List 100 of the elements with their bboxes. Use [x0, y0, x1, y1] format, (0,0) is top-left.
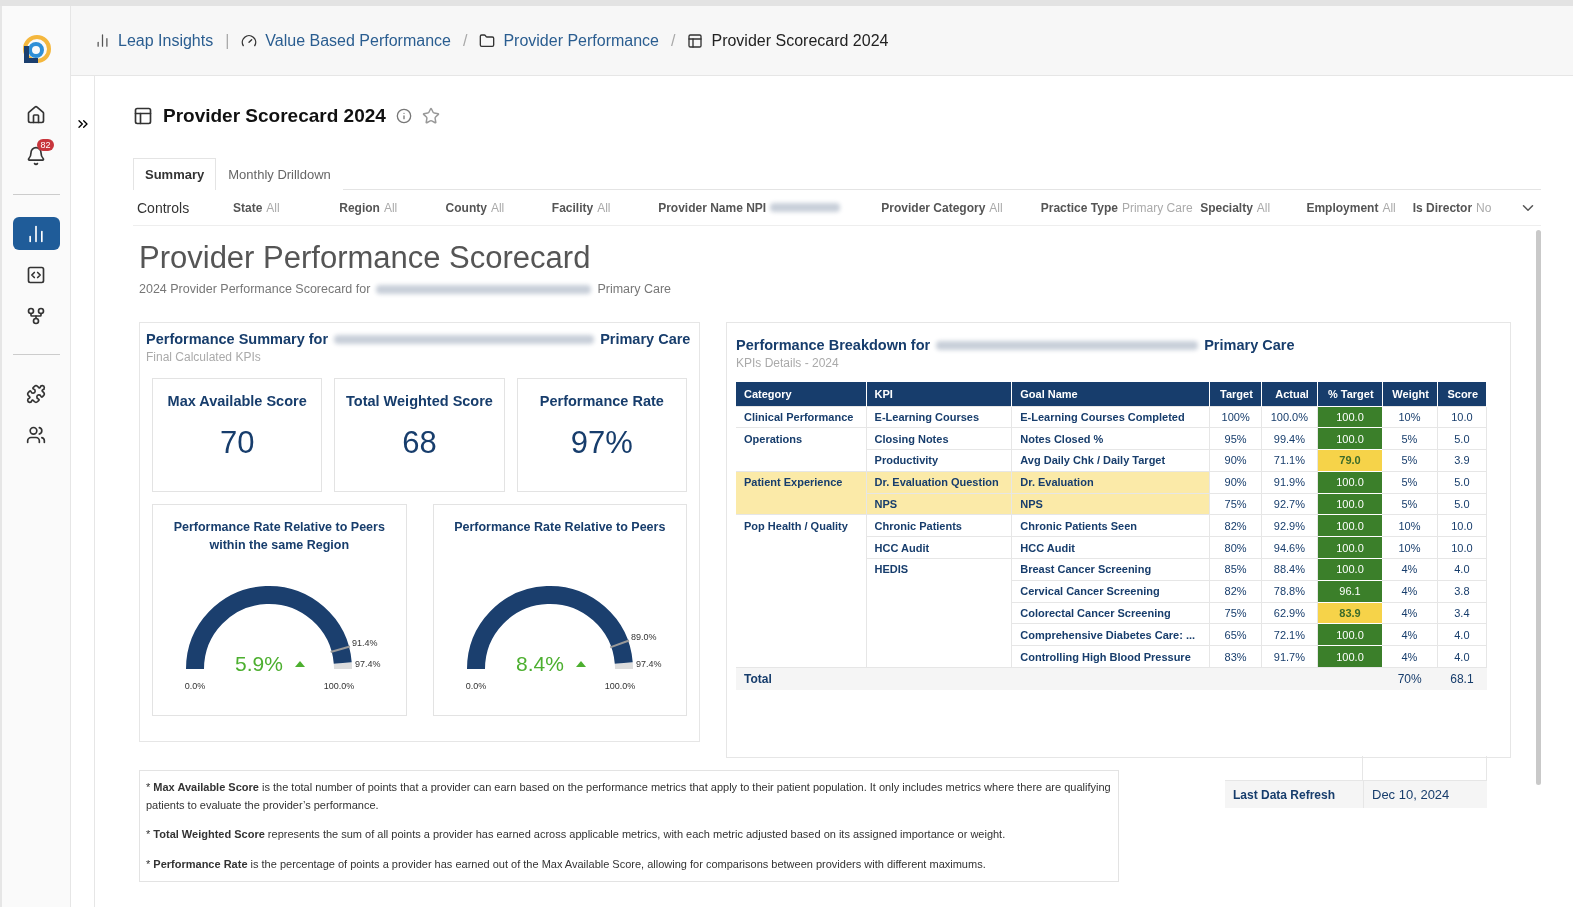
- table-cell: 10%: [1382, 515, 1438, 537]
- total-cell: 70%: [1382, 667, 1438, 690]
- table-cell: 3.9: [1437, 449, 1487, 472]
- bar-chart-icon: [95, 33, 110, 48]
- status-cell: 100.0: [1317, 471, 1383, 494]
- breadcrumb-link[interactable]: Value Based Performance: [241, 31, 451, 50]
- filter-control[interactable]: Provider Category All: [881, 200, 1041, 215]
- table-cell: 100%: [1209, 406, 1262, 428]
- filter-control[interactable]: Provider Name NPI: [658, 200, 882, 215]
- table-cell: HCC Audit: [1011, 536, 1210, 559]
- status-cell: 96.1: [1317, 580, 1383, 603]
- footnote: *Total Weighted Score represents the sum of all points a provider has earned across applicable metrics, with each metric adjusted based on its assigned importance or weight.: [146, 827, 1007, 843]
- panel-subtitle: KPIs Details - 2024: [736, 356, 840, 370]
- table-cell: 3.8: [1437, 580, 1487, 603]
- table-cell: Colorectal Cancer Screening: [1011, 602, 1210, 624]
- gauge-track: [614, 662, 633, 670]
- table-cell: Clinical Performance: [736, 406, 867, 428]
- breadcrumb-separator: /: [671, 31, 676, 50]
- table-cell: 90%: [1209, 471, 1262, 494]
- table-cell: 4%: [1382, 558, 1438, 581]
- bar-chart-icon: [26, 223, 46, 244]
- panel-title: Performance Breakdown for: [736, 337, 931, 353]
- table-cell: 78.8%: [1261, 580, 1318, 603]
- table-cell: 95%: [1209, 427, 1262, 450]
- home-icon: [26, 104, 46, 125]
- column-header: Weight: [1382, 382, 1438, 406]
- table-cell: 5%: [1382, 471, 1438, 494]
- gauge-icon: [241, 32, 258, 49]
- kpi-label: Performance Rate: [539, 393, 664, 409]
- notification-badge: 82: [37, 139, 54, 151]
- breadcrumb-link[interactable]: Provider Scorecard 2024: [687, 31, 889, 50]
- info-icon[interactable]: [395, 108, 412, 124]
- table-cell: Pop Health / Quality: [736, 515, 867, 537]
- table-cell: 4%: [1382, 580, 1438, 603]
- table-cell: 10.0: [1437, 406, 1487, 428]
- status-cell: 100.0: [1317, 645, 1383, 668]
- breadcrumb-link[interactable]: Leap Insights: [95, 31, 214, 50]
- breadcrumb-link[interactable]: Provider Performance: [479, 31, 659, 50]
- filter-control[interactable]: Is Director No: [1412, 200, 1519, 215]
- table-cell: Notes Closed %: [1011, 427, 1210, 450]
- table-cell: 72.1%: [1261, 623, 1318, 646]
- tab[interactable]: Summary: [133, 158, 217, 190]
- table-cell: Chronic Patients: [866, 515, 1012, 537]
- gauge-track: [334, 662, 353, 670]
- filter-control[interactable]: Employment All: [1306, 200, 1413, 215]
- actual-label: 97.4%: [355, 659, 381, 669]
- total-label: Total: [736, 667, 867, 690]
- table-cell: 5.0: [1437, 427, 1487, 450]
- column-header: Target: [1209, 382, 1262, 406]
- peer-label: 91.4%: [352, 637, 378, 648]
- table-cell: 4%: [1382, 602, 1438, 624]
- table-cell: 80%: [1209, 536, 1262, 559]
- peer-marker: [608, 639, 630, 649]
- filter-control[interactable]: County All: [445, 200, 552, 215]
- filter-control[interactable]: State All: [233, 200, 340, 215]
- table-cell: 90%: [1209, 449, 1262, 472]
- filter-control[interactable]: Specialty All: [1200, 200, 1307, 215]
- table-cell: HEDIS: [866, 558, 1012, 581]
- column-header: Score: [1437, 382, 1487, 406]
- table-cell: Comprehensive Diabetes Care: ...: [1011, 623, 1210, 646]
- table-cell: 4.0: [1437, 558, 1487, 581]
- table-cell: 4%: [1382, 623, 1438, 646]
- table-cell: 10%: [1382, 536, 1438, 559]
- breadcrumb-separator: |: [225, 31, 230, 50]
- filter-control[interactable]: Practice Type Primary Care: [1040, 200, 1201, 215]
- flow-icon: [26, 305, 46, 326]
- delta-value: 5.9%: [235, 652, 284, 675]
- table-cell: Chronic Patients Seen: [1011, 515, 1210, 537]
- controls-label: Controls: [137, 199, 191, 216]
- table-cell: 5%: [1382, 449, 1438, 472]
- filter-control[interactable]: Region All: [339, 200, 446, 215]
- delta-value: 8.4%: [515, 652, 564, 675]
- star-icon[interactable]: [421, 107, 440, 125]
- status-cell: 79.0: [1317, 449, 1383, 472]
- table-cell: 10.0: [1437, 536, 1487, 559]
- logo-icon: [20, 34, 52, 66]
- table-cell: Cervical Cancer Screening: [1011, 580, 1210, 603]
- filter-control[interactable]: Facility All: [551, 200, 659, 215]
- min-label: 0.0%: [465, 681, 486, 689]
- total-cell: 68.1: [1437, 667, 1487, 690]
- table-cell: 5.0: [1437, 493, 1487, 515]
- table-cell: 91.9%: [1261, 471, 1318, 494]
- table-cell: 92.9%: [1261, 515, 1318, 537]
- bell-nav-button[interactable]: 82: [12, 139, 60, 172]
- layout-icon: [133, 106, 153, 126]
- folder-icon: [479, 32, 496, 49]
- status-cell: 100.0: [1317, 493, 1383, 515]
- table-cell: 62.9%: [1261, 602, 1318, 624]
- report-subtitle: Primary Care: [597, 282, 671, 296]
- table-cell: Dr. Evaluation Question: [866, 471, 1012, 494]
- panel-subtitle: Final Calculated KPIs: [146, 350, 262, 364]
- table-cell: E-Learning Courses: [866, 406, 1012, 428]
- code-icon: [26, 264, 46, 285]
- column-header: Goal Name: [1011, 382, 1210, 406]
- table-cell: 65%: [1209, 623, 1262, 646]
- kpi-value: 70: [219, 425, 255, 461]
- chart-nav-button[interactable]: [12, 217, 60, 250]
- table-cell: 82%: [1209, 515, 1262, 537]
- max-label: 100.0%: [324, 681, 355, 689]
- table-cell: Dr. Evaluation: [1011, 471, 1210, 494]
